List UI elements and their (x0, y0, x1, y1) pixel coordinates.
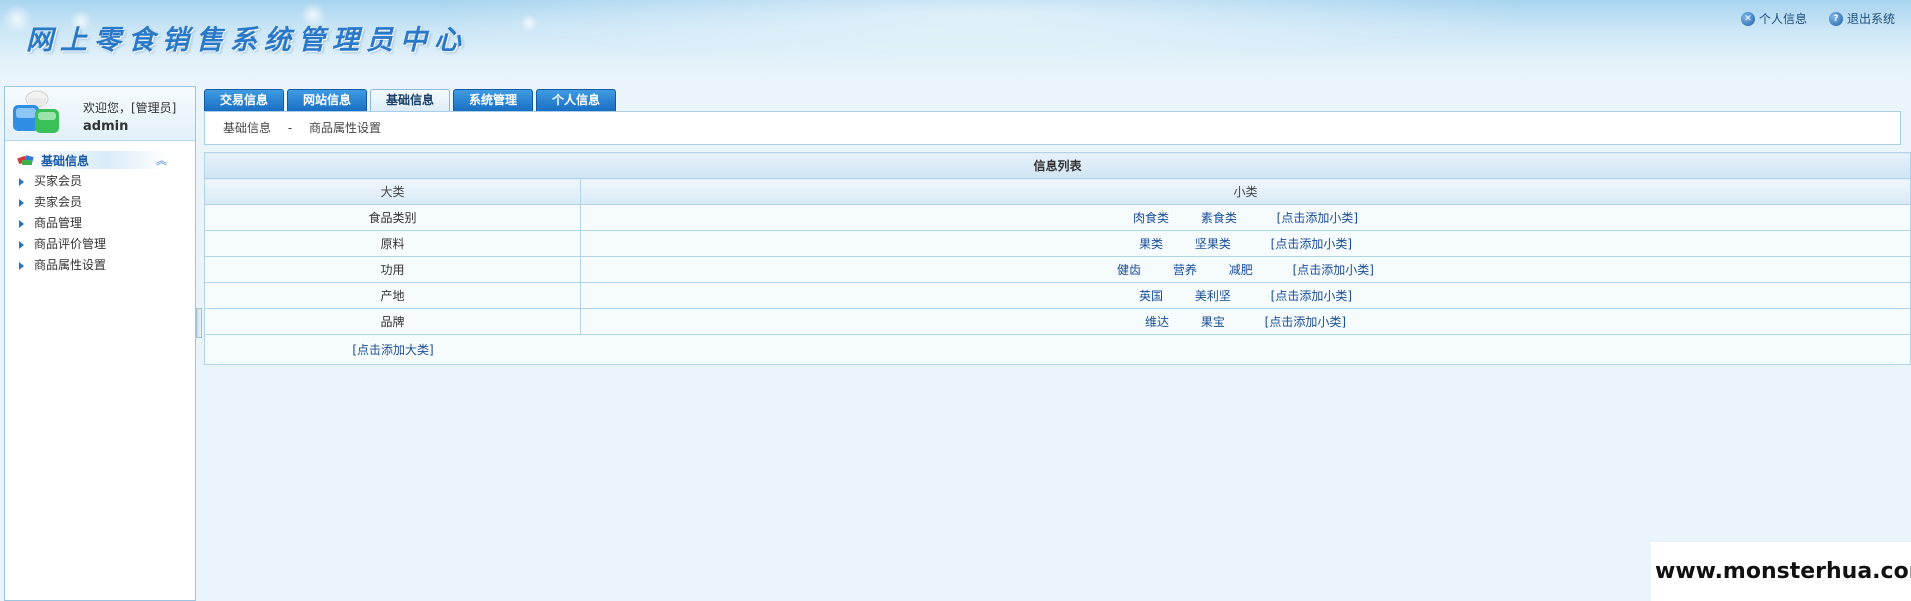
books-icon (17, 155, 34, 165)
logout-link[interactable]: ? 退出系统 (1828, 10, 1895, 27)
table-row: 食品类别 肉食类 素食类 [点击添加小类] (204, 204, 1911, 231)
subcategory-link[interactable]: 坚果类 (1195, 237, 1231, 251)
caret-right-icon (19, 219, 24, 228)
sidebar-item-label: 商品管理 (34, 216, 83, 230)
sidebar-item-seller-members[interactable]: 卖家会员 (5, 192, 195, 213)
sidebar-item-attribute-settings[interactable]: 商品属性设置 (5, 255, 195, 276)
subcategory-link[interactable]: 英国 (1139, 289, 1163, 303)
sidebar: 欢迎您，[管理员] admin 基础信息 ︽ 买家会员 卖家会员 商品管理 商品… (4, 86, 196, 601)
caret-right-icon (19, 198, 24, 207)
subcategory-link[interactable]: 维达 (1145, 315, 1169, 329)
sidebar-item-product-management[interactable]: 商品管理 (5, 213, 195, 234)
table-footer-cell: [点击添加大类] (204, 334, 1911, 365)
tab-site-info[interactable]: 网站信息 (287, 89, 367, 111)
add-subcategory-link[interactable]: [点击添加小类] (1277, 211, 1358, 225)
profile-link-label: 个人信息 (1758, 12, 1807, 26)
top-links: ✕ 个人信息 ? 退出系统 (1740, 10, 1895, 27)
sidebar-item-review-management[interactable]: 商品评价管理 (5, 234, 195, 255)
subcategory-cell: 健齿 营养 减肥 [点击添加小类] (580, 256, 1911, 283)
watermark-text: www.monsterhua.com (1651, 542, 1911, 601)
decor-wave (380, 0, 1580, 70)
table-caption: 信息列表 (204, 152, 1911, 179)
sidebar-item-label: 买家会员 (34, 174, 83, 188)
help-circle-icon: ? (1828, 11, 1843, 26)
sidebar-item-buyer-members[interactable]: 买家会员 (5, 171, 195, 192)
welcome-text: 欢迎您，[管理员] (83, 101, 177, 115)
sidebar-item-label: 卖家会员 (34, 195, 83, 209)
breadcrumb-current: 商品属性设置 (309, 121, 382, 135)
subcategory-link[interactable]: 果类 (1139, 237, 1163, 251)
menu-section-label: 基础信息 (41, 153, 90, 168)
close-circle-icon: ✕ (1740, 11, 1755, 26)
subcategory-cell: 维达 果宝 [点击添加小类] (580, 308, 1911, 335)
collapse-up-icon[interactable]: ︽ (156, 152, 167, 168)
add-category-link[interactable]: [点击添加大类] (352, 343, 433, 357)
tab-transaction-info[interactable]: 交易信息 (204, 89, 284, 111)
content-area: 信息列表 大类 小类 食品类别 肉食类 素食类 [点击添加小类] 原料 果类 坚… (204, 152, 1911, 365)
table-row: 品牌 维达 果宝 [点击添加小类] (204, 308, 1911, 335)
user-avatar-icon (13, 90, 59, 133)
logout-link-label: 退出系统 (1846, 12, 1895, 26)
add-subcategory-link[interactable]: [点击添加小类] (1265, 315, 1346, 329)
tab-basic-info[interactable]: 基础信息 (370, 89, 450, 111)
table-caption-row: 信息列表 (204, 152, 1911, 179)
profile-link[interactable]: ✕ 个人信息 (1740, 10, 1807, 27)
sidebar-item-label: 商品评价管理 (34, 237, 107, 251)
menu-section-basic-info[interactable]: 基础信息 ︽ (17, 151, 167, 169)
category-cell: 原料 (204, 230, 581, 257)
category-cell: 产地 (204, 282, 581, 309)
add-subcategory-link[interactable]: [点击添加小类] (1271, 289, 1352, 303)
table-header-row: 大类 小类 (204, 178, 1911, 205)
subcategory-cell: 英国 美利坚 [点击添加小类] (580, 282, 1911, 309)
add-subcategory-link[interactable]: [点击添加小类] (1271, 237, 1352, 251)
user-panel: 欢迎您，[管理员] admin (5, 87, 195, 141)
subcategory-link[interactable]: 肉食类 (1133, 211, 1169, 225)
category-cell: 功用 (204, 256, 581, 283)
breadcrumb-separator: - (287, 121, 293, 135)
table-footer-row: [点击添加大类] (204, 334, 1911, 365)
sidebar-item-label: 商品属性设置 (34, 258, 107, 272)
column-header-subcategory: 小类 (580, 178, 1911, 205)
site-title: 网上零食销售系统管理员中心 (26, 25, 468, 56)
column-header-category: 大类 (204, 178, 581, 205)
table-row: 原料 果类 坚果类 [点击添加小类] (204, 230, 1911, 257)
caret-right-icon (19, 261, 24, 270)
subcategory-cell: 肉食类 素食类 [点击添加小类] (580, 204, 1911, 231)
subcategory-link[interactable]: 营养 (1173, 263, 1197, 277)
breadcrumb: 基础信息 - 商品属性设置 (204, 111, 1901, 145)
category-cell: 食品类别 (204, 204, 581, 231)
sidebar-splitter-handle[interactable] (196, 308, 202, 338)
tab-personal-info[interactable]: 个人信息 (536, 89, 616, 111)
caret-right-icon (19, 240, 24, 249)
subcategory-link[interactable]: 减肥 (1229, 263, 1253, 277)
category-cell: 品牌 (204, 308, 581, 335)
header: 网上零食销售系统管理员中心 ✕ 个人信息 ? 退出系统 (0, 0, 1911, 84)
add-subcategory-link[interactable]: [点击添加小类] (1293, 263, 1374, 277)
username: admin (83, 119, 129, 134)
main-tabs: 交易信息 网站信息 基础信息 系统管理 个人信息 (204, 89, 616, 111)
subcategory-link[interactable]: 美利坚 (1195, 289, 1231, 303)
info-table: 信息列表 大类 小类 食品类别 肉食类 素食类 [点击添加小类] 原料 果类 坚… (204, 152, 1911, 365)
tab-system-management[interactable]: 系统管理 (453, 89, 533, 111)
table-row: 功用 健齿 营养 减肥 [点击添加小类] (204, 256, 1911, 283)
table-row: 产地 英国 美利坚 [点击添加小类] (204, 282, 1911, 309)
subcategory-cell: 果类 坚果类 [点击添加小类] (580, 230, 1911, 257)
subcategory-link[interactable]: 果宝 (1201, 315, 1225, 329)
add-category-wrap: [点击添加大类] (205, 341, 581, 358)
breadcrumb-parent: 基础信息 (223, 121, 272, 135)
subcategory-link[interactable]: 健齿 (1117, 263, 1141, 277)
caret-right-icon (19, 177, 24, 186)
subcategory-link[interactable]: 素食类 (1201, 211, 1237, 225)
